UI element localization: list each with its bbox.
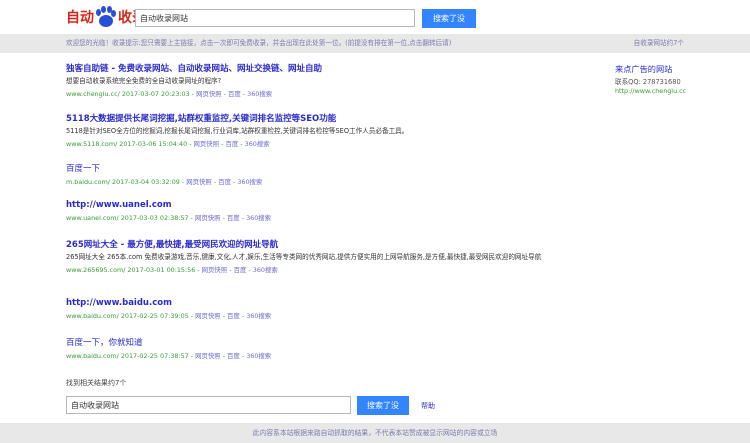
result-meta: www.baidu.com/ 2017-02-25 07:39:05 - 网页快… bbox=[66, 312, 272, 320]
result-item: http://www.baidu.com www.baidu.com/ 2017… bbox=[66, 298, 566, 320]
result-title[interactable]: 独客自助链 - 免费收录网站、自动收录网站、网址交换链、网址自助 bbox=[66, 62, 566, 74]
baidu-link[interactable]: 百度 bbox=[227, 312, 240, 320]
baidu-link[interactable]: 百度 bbox=[218, 178, 231, 186]
result-time: 2017-02-25 07:39:05 bbox=[120, 312, 189, 320]
baidu-link[interactable]: 百度 bbox=[225, 140, 238, 148]
footer-disclaimer: 此内容系本站根据来路自动抓取的结果，不代表本站赞成被显示网站的内容或立场 bbox=[0, 423, 750, 443]
result-meta: www.uanel.com/ 2017-03-03 02:38:57 - 网页快… bbox=[66, 214, 272, 222]
result-time: 2017-03-01 00:15:56 bbox=[127, 266, 196, 274]
result-url: www.5118.com/ bbox=[66, 140, 118, 148]
result-url: www.chenglu.cc/ bbox=[66, 90, 120, 98]
baidu-link[interactable]: 百度 bbox=[234, 266, 247, 274]
result-time: 2017-02-25 07:38:57 bbox=[120, 352, 189, 360]
paw-icon bbox=[95, 6, 117, 28]
result-title[interactable]: 265网址大全 - 最方便,最快捷,最受网民欢迎的网址导航 bbox=[66, 238, 566, 250]
snapshot-link[interactable]: 网页快照 bbox=[186, 178, 212, 186]
baidu-link[interactable]: 百度 bbox=[227, 214, 240, 222]
search360-link[interactable]: 360搜索 bbox=[245, 140, 270, 148]
bottom-search-button[interactable]: 搜索了没 bbox=[357, 396, 409, 415]
search360-link[interactable]: 360搜索 bbox=[246, 312, 271, 320]
search360-link[interactable]: 360搜索 bbox=[246, 214, 271, 222]
sidebar-ad-url[interactable]: http://www.chenglu.cc bbox=[615, 87, 725, 95]
help-link[interactable]: 帮助 bbox=[421, 401, 435, 411]
search-input[interactable]: 自动收录网站 bbox=[135, 9, 415, 27]
top-bar: 自动 收录 自动收录网站 搜索了没 bbox=[0, 0, 750, 34]
result-title[interactable]: http://www.baidu.com bbox=[66, 298, 566, 308]
snapshot-link[interactable]: 网页快照 bbox=[194, 140, 220, 148]
found-count: 找到相关结果约7个 bbox=[66, 379, 127, 387]
search360-link[interactable]: 360搜索 bbox=[247, 90, 272, 98]
baidu-link[interactable]: 百度 bbox=[227, 352, 240, 360]
notice-message[interactable]: 欢迎您的光临！收录提示:您只需要上主链接，点击一次即可免费收录，并会出现在此处第… bbox=[66, 34, 451, 53]
result-desc: 想要自动收录系统完全免费的全自动收录网址的程序? bbox=[66, 77, 222, 85]
result-time: 2017-03-03 02:38:57 bbox=[120, 214, 189, 222]
result-item: 百度一下，你就知道 www.baidu.com/ 2017-02-25 07:3… bbox=[66, 336, 566, 360]
snapshot-link[interactable]: 网页快照 bbox=[195, 214, 221, 222]
result-title[interactable]: http://www.uanel.com bbox=[66, 200, 566, 210]
result-time: 2017-03-04 03:32:09 bbox=[112, 178, 180, 186]
result-url: www.265695.com/ bbox=[66, 266, 126, 274]
sidebar-ad-qq: 联系QQ: 278731680 bbox=[615, 78, 681, 86]
result-url: www.baidu.com/ bbox=[66, 312, 119, 320]
result-title[interactable]: 百度一下，你就知道 bbox=[66, 336, 566, 348]
result-item: 5118大数据提供长尾词挖掘,站群权重监控,关键词排名监控等SEO功能 5118… bbox=[66, 112, 566, 148]
result-item: http://www.uanel.com www.uanel.com/ 2017… bbox=[66, 200, 566, 222]
result-time: 2017-03-06 15:04:40 bbox=[119, 140, 188, 148]
logo-text-left: 自动 bbox=[66, 10, 94, 26]
result-meta: m.baidu.com/ 2017-03-04 03:32:09 - 网页快照 … bbox=[66, 178, 263, 186]
result-title[interactable]: 百度一下 bbox=[66, 162, 566, 174]
result-item: 百度一下 m.baidu.com/ 2017-03-04 03:32:09 - … bbox=[66, 162, 566, 186]
result-meta: www.5118.com/ 2017-03-06 15:04:40 - 网页快照… bbox=[66, 140, 270, 148]
sidebar-ad-title[interactable]: 来点广告的网站 bbox=[615, 63, 725, 75]
result-meta: www.chenglu.cc/ 2017-03-07 20:23:03 - 网页… bbox=[66, 90, 273, 98]
sidebar-ad: 来点广告的网站 联系QQ: 278731680 http://www.cheng… bbox=[615, 63, 725, 95]
snapshot-link[interactable]: 网页快照 bbox=[202, 266, 228, 274]
result-count: 自收录网站约7个 bbox=[633, 39, 684, 47]
result-title[interactable]: 5118大数据提供长尾词挖掘,站群权重监控,关键词排名监控等SEO功能 bbox=[66, 112, 566, 124]
result-url: www.baidu.com/ bbox=[66, 352, 119, 360]
result-meta: www.265695.com/ 2017-03-01 00:15:56 - 网页… bbox=[66, 266, 278, 274]
result-item: 265网址大全 - 最方便,最快捷,最受网民欢迎的网址导航 265网址大全 26… bbox=[66, 238, 566, 274]
result-desc: 5118是针对SEO全方位的挖掘词,挖掘长尾词挖掘,行业词库,站群权重检控,关键… bbox=[66, 127, 409, 135]
snapshot-link[interactable]: 网页快照 bbox=[195, 352, 221, 360]
site-logo[interactable]: 自动 收录 bbox=[66, 6, 146, 28]
result-url: www.uanel.com/ bbox=[66, 214, 119, 222]
result-time: 2017-03-07 20:23:03 bbox=[121, 90, 190, 98]
snapshot-link[interactable]: 网页快照 bbox=[196, 90, 222, 98]
notice-bar: 欢迎您的光临！收录提示:您只需要上主链接，点击一次即可免费收录，并会出现在此处第… bbox=[0, 34, 750, 53]
baidu-link[interactable]: 百度 bbox=[228, 90, 241, 98]
snapshot-link[interactable]: 网页快照 bbox=[195, 312, 221, 320]
result-meta: www.baidu.com/ 2017-02-25 07:38:57 - 网页快… bbox=[66, 352, 272, 360]
search-button[interactable]: 搜索了没 bbox=[422, 9, 476, 28]
result-desc: 265网址大全 265本.com 免费收录游戏,音乐,健康,文化,人才,娱乐,生… bbox=[66, 253, 542, 261]
result-item: 独客自助链 - 免费收录网站、自动收录网站、网址交换链、网址自助 想要自动收录系… bbox=[66, 62, 566, 98]
search360-link[interactable]: 360搜索 bbox=[253, 266, 278, 274]
search360-link[interactable]: 360搜索 bbox=[237, 178, 262, 186]
search360-link[interactable]: 360搜索 bbox=[246, 352, 271, 360]
result-url: m.baidu.com/ bbox=[66, 178, 110, 186]
bottom-search-input[interactable]: 自动收录网站 bbox=[66, 396, 351, 414]
